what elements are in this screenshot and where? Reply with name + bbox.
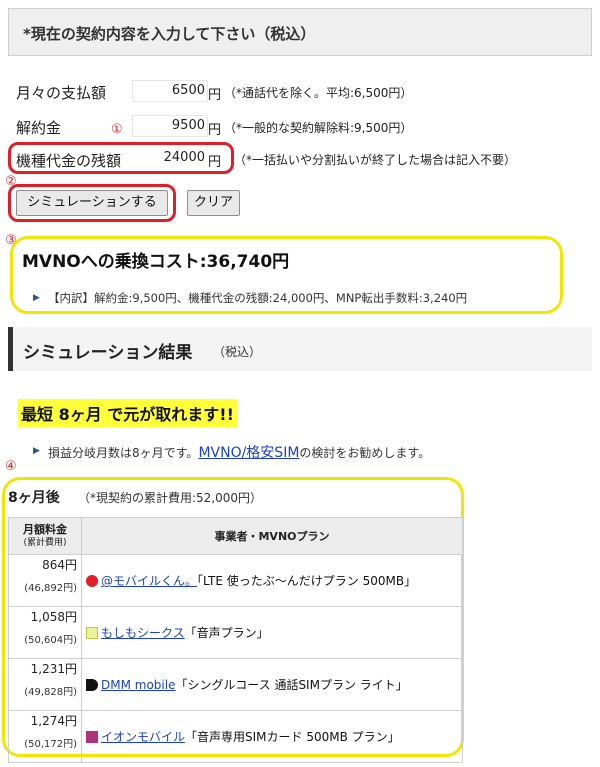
moshimo-icon: [86, 627, 98, 639]
monthly-unit: 円: [208, 88, 222, 103]
break-even-headline: 最短 8ヶ月 で元が取れます!!: [18, 399, 237, 427]
dmm-icon: [86, 679, 98, 691]
table-row: 1,231円 (49,828円) DMM mobile「シングルコース 通話SI…: [8, 658, 463, 711]
cumulative-cost: (50,604円): [24, 635, 77, 646]
result-section-tax: （税込）: [213, 345, 262, 359]
provider-link[interactable]: イオンモバイル: [101, 730, 185, 744]
monthly-input[interactable]: 6500: [132, 80, 208, 102]
mvno-link[interactable]: MVNO/格安SIM: [198, 445, 299, 461]
price-cell: 1,058円 (50,604円): [8, 606, 82, 659]
table-row: 1,274円 (50,172円) イオンモバイル「音声専用SIMカード 500M…: [8, 710, 463, 763]
col-monthly-fee-label: 月額料金: [23, 522, 67, 536]
monthly-note: （*通話代を除く。平均:6,500円）: [224, 86, 413, 100]
break-even-message-post: の検討をお勧めします。: [299, 446, 431, 460]
cancel-fee-label: 解約金: [16, 119, 62, 137]
clear-button[interactable]: クリア: [187, 190, 240, 216]
mvno-plan-table: 月額料金 (累計費用) 事業者・MVNOプラン 864円 (46,892円) @…: [8, 517, 463, 763]
monthly-price: 864円: [42, 558, 77, 572]
plan-name: 「LTE 使ったぶ〜んだけプラン 500MB」: [197, 574, 417, 588]
cancel-fee-note: （*一般的な契約解除料:9,500円）: [224, 121, 413, 135]
aeon-icon: [86, 731, 98, 743]
provider-link[interactable]: DMM mobile: [101, 678, 175, 692]
monthly-price: 1,274円: [30, 714, 77, 728]
switch-cost-detail: 【内訳】解約金:9,500円、機種代金の残額:24,000円、MNP転出手数料:…: [48, 291, 468, 305]
table-row: 864円 (46,892円) @モバイルくん。「LTE 使ったぶ〜んだけプラン …: [8, 554, 463, 607]
col-provider-plan: 事業者・MVNOプラン: [81, 517, 463, 555]
provider-link[interactable]: もしもシークス: [101, 626, 185, 640]
break-even-message: 損益分岐月数は8ヶ月です。MVNO/格安SIMの検討をお勧めします。: [48, 442, 430, 462]
cumulative-cost: (50,172円): [24, 739, 77, 750]
marker-1: ①: [111, 122, 123, 137]
at-mobile-icon: [86, 575, 98, 587]
monthly-label: 月々の支払額: [16, 84, 107, 102]
monthly-price: 1,058円: [30, 610, 77, 624]
device-remainder-unit: 円: [208, 155, 222, 170]
bullet-icon: ▶: [33, 293, 40, 303]
result-section-title: シミュレーション結果: [23, 343, 193, 363]
provider-link[interactable]: @モバイルくん。: [101, 574, 197, 588]
plan-name: 「音声プラン」: [184, 626, 269, 640]
table-row: 1,058円 (50,604円) もしもシークス「音声プラン」: [8, 606, 463, 659]
device-remainder-input[interactable]: 24000: [140, 147, 208, 169]
table-header-row: 月額料金 (累計費用) 事業者・MVNOプラン: [8, 517, 463, 555]
break-even-message-pre: 損益分岐月数は8ヶ月です。: [48, 446, 199, 460]
simulate-button[interactable]: シミュレーションする: [16, 190, 168, 216]
col-cumulative-label: (累計費用): [23, 537, 67, 548]
marker-4: ④: [5, 459, 17, 474]
form-header-title: *現在の契約内容を入力して下さい（税込）: [23, 25, 316, 43]
plan-name: 「シングルコース 通話SIMプラン ライト」: [175, 678, 408, 692]
result-section-header: シミュレーション結果 （税込）: [8, 327, 592, 371]
price-cell: 864円 (46,892円): [8, 554, 82, 607]
col-monthly-fee: 月額料金 (累計費用): [8, 517, 82, 555]
price-cell: 1,274円 (50,172円): [8, 710, 82, 763]
cancel-fee-unit: 円: [208, 123, 222, 138]
cancel-fee-input[interactable]: 9500: [132, 115, 208, 137]
device-remainder-note: （*一括払いや分割払いが終了した場合は記入不要）: [234, 153, 517, 167]
plan-cell: イオンモバイル「音声専用SIMカード 500MB プラン」: [81, 710, 463, 763]
switch-cost-title: MVNOへの乗換コスト:36,740円: [22, 252, 290, 272]
price-cell: 1,231円 (49,828円): [8, 658, 82, 711]
form-header: *現在の契約内容を入力して下さい（税込）: [8, 8, 592, 56]
plan-cell: もしもシークス「音声プラン」: [81, 606, 463, 659]
plan-cell: DMM mobile「シングルコース 通話SIMプラン ライト」: [81, 658, 463, 711]
cumulative-cost: (46,892円): [24, 583, 77, 594]
plan-cell: @モバイルくん。「LTE 使ったぶ〜んだけプラン 500MB」: [81, 554, 463, 607]
device-remainder-label: 機種代金の残額: [16, 152, 122, 170]
cumulative-cost: (49,828円): [24, 687, 77, 698]
plan-name: 「音声専用SIMカード 500MB プラン」: [185, 730, 400, 744]
bullet-icon: ▶: [33, 446, 40, 456]
monthly-price: 1,231円: [30, 662, 77, 676]
